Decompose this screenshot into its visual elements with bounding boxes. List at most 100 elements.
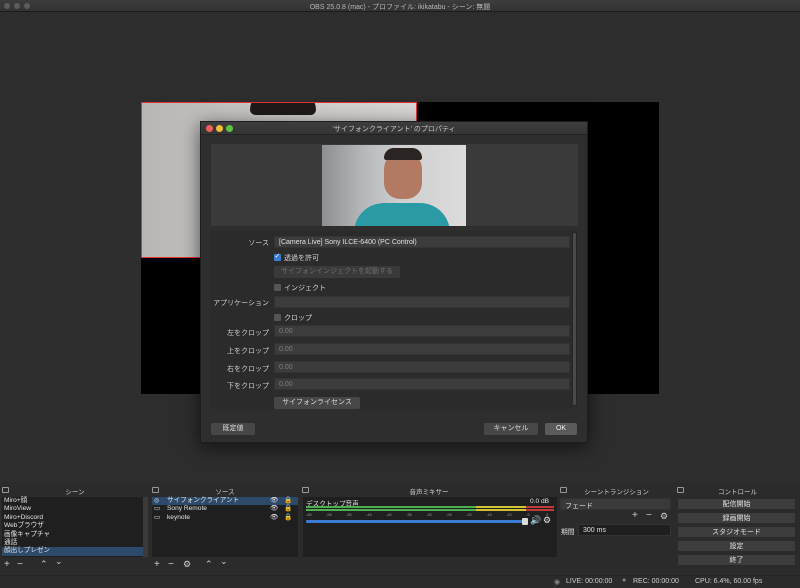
visibility-eye-icon[interactable]: 👁: [270, 514, 278, 522]
mixer-scale-tick: -25: [446, 512, 452, 517]
ok-button[interactable]: OK: [545, 423, 577, 435]
window-capture-icon: ▭: [154, 505, 161, 513]
camera-subject-head: [250, 103, 316, 115]
application-label: アプリケーション: [213, 300, 269, 307]
add-transition-icon[interactable]: +: [632, 510, 638, 522]
dialog-title: 'サイフォンクライアント' のプロパティ: [332, 126, 456, 133]
scene-item[interactable]: Miro+顔: [2, 497, 143, 505]
scene-item[interactable]: Miro+Discord: [2, 514, 143, 522]
undock-icon[interactable]: [152, 487, 159, 493]
crop-left-input[interactable]: 0.00: [274, 325, 570, 337]
remove-transition-icon[interactable]: −: [646, 510, 652, 522]
live-time: LIVE: 00:00:00: [566, 578, 613, 585]
live-icon: ◉: [554, 579, 561, 586]
crop-top-input[interactable]: 0.00: [274, 343, 570, 355]
scenes-scrollbar[interactable]: [143, 497, 148, 557]
mixer-header: 音声ミキサー: [300, 486, 558, 496]
transition-gear-icon[interactable]: ⚙: [660, 511, 668, 523]
move-source-down-icon[interactable]: ⌄: [220, 556, 228, 568]
exit-button[interactable]: 終了: [677, 554, 796, 566]
scenes-list: Miro+顔 MiroView Miro+Discord Webブラウザ 画像キ…: [2, 497, 143, 557]
mixer-gear-icon[interactable]: ⚙: [543, 515, 551, 526]
source-item[interactable]: ▭ keynote 👁 🔒: [152, 514, 298, 522]
crop-bottom-input[interactable]: 0.00: [274, 378, 570, 390]
volume-slider-handle[interactable]: [522, 518, 528, 525]
undock-icon[interactable]: [560, 487, 567, 493]
mixer-scale-tick: -15: [486, 512, 492, 517]
source-select[interactable]: [Camera Live] Sony ILCE-6400 (PC Control…: [274, 236, 570, 248]
move-scene-up-icon[interactable]: ⌃: [40, 559, 48, 571]
move-source-up-icon[interactable]: ⌃: [205, 559, 213, 571]
defaults-button[interactable]: 既定値: [211, 423, 255, 435]
crop-bottom-label: 下をクロップ: [227, 383, 269, 390]
window-title: OBS 25.0.8 (mac) - プロファイル: ikikatabu - シ…: [309, 4, 491, 11]
visibility-eye-icon[interactable]: 👁: [270, 505, 278, 513]
mixer-scale-tick: -35: [406, 512, 412, 517]
meter-green: [306, 506, 476, 508]
mixer-scale-tick: -10: [506, 512, 512, 517]
remove-scene-icon[interactable]: −: [17, 559, 23, 571]
start-recording-button[interactable]: 録画開始: [677, 512, 796, 524]
scene-item[interactable]: 画像キャプチャ: [2, 531, 143, 539]
move-scene-down-icon[interactable]: ⌄: [55, 556, 63, 568]
undock-icon[interactable]: [302, 487, 309, 493]
window-capture-icon: ▭: [154, 513, 161, 521]
allow-transparency-checkbox[interactable]: [274, 252, 281, 261]
sources-dock: ソース ◎ サイフォンクライアント 👁 🔒 ▭ Sony Remote 👁 🔒 …: [150, 482, 300, 575]
launch-inject-button[interactable]: サイフォンインジェクトを起動する: [274, 266, 400, 278]
source-item[interactable]: ▭ Sony Remote 👁 🔒: [152, 505, 298, 513]
application-select[interactable]: [274, 296, 570, 308]
crop-top-label: 上をクロップ: [227, 348, 269, 355]
lock-icon[interactable]: 🔒: [284, 514, 292, 522]
source-label: ソース: [248, 240, 269, 247]
speaker-icon[interactable]: 🔊: [530, 515, 541, 526]
start-streaming-button[interactable]: 配信開始: [677, 498, 796, 510]
crop-right-input[interactable]: 0.00: [274, 361, 570, 373]
scene-item[interactable]: 顔出しプレゼン: [2, 547, 143, 556]
volume-slider[interactable]: [306, 520, 526, 523]
scene-item[interactable]: MiroView: [2, 505, 143, 513]
syphon-license-button[interactable]: サイフォンライセンス: [274, 397, 360, 409]
allow-transparency-label: 透過を許可: [284, 255, 319, 262]
cpu-status: CPU: 6.4%, 60.00 fps: [695, 578, 763, 585]
mixer-scale-tick: -20: [466, 512, 472, 517]
scenes-dock: シーン Miro+顔 MiroView Miro+Discord Webブラウザ…: [0, 482, 150, 575]
settings-button[interactable]: 設定: [677, 540, 796, 552]
remove-source-icon[interactable]: −: [168, 559, 174, 571]
scene-item[interactable]: Webブラウザ: [2, 522, 143, 530]
crop-right-label: 右をクロップ: [227, 366, 269, 373]
mixer-scale-tick: -55: [326, 512, 332, 517]
rec-time: REC: 00:00:00: [633, 578, 679, 585]
mixer-scale-tick: -45: [366, 512, 372, 517]
mixer-scale: -60 -55 -50 -45 -40 -35 -30 -25 -20 -15 -10 -5 0: [306, 512, 556, 518]
undock-icon[interactable]: [677, 487, 684, 493]
duration-label: 期間: [561, 529, 575, 536]
add-source-icon[interactable]: +: [154, 559, 160, 571]
meter-yellow: [476, 506, 526, 508]
undock-icon[interactable]: [2, 487, 9, 493]
properties-dialog: 'サイフォンクライアント' のプロパティ ソース [Camera Live] S…: [200, 121, 588, 443]
status-bar: ◉ LIVE: 00:00:00 ● REC: 00:00:00 CPU: 6.…: [0, 575, 800, 588]
mixer-scale-tick: -60: [306, 512, 312, 517]
siphon-icon: ◎: [154, 498, 160, 504]
crop-checkbox[interactable]: [274, 314, 281, 321]
inject-checkbox[interactable]: [274, 284, 281, 291]
add-scene-icon[interactable]: +: [4, 559, 10, 571]
source-settings-gear-icon[interactable]: ⚙: [183, 559, 191, 571]
bottom-docks: シーン Miro+顔 MiroView Miro+Discord Webブラウザ…: [0, 482, 800, 575]
transitions-header: シーントランジション: [558, 486, 675, 496]
mixer-scale-tick: -40: [386, 512, 392, 517]
mixer-level: 0.0 dB: [530, 498, 550, 505]
dialog-titlebar: 'サイフォンクライアント' のプロパティ: [201, 122, 587, 135]
meter-red: [526, 506, 554, 508]
cancel-button[interactable]: キャンセル: [484, 423, 538, 435]
properties-scroll-thumb[interactable]: [573, 233, 576, 405]
sources-header: ソース: [150, 486, 300, 496]
rec-icon: ●: [622, 577, 627, 584]
studio-mode-button[interactable]: スタジオモード: [677, 526, 796, 538]
title-bar: OBS 25.0.8 (mac) - プロファイル: ikikatabu - シ…: [0, 0, 800, 12]
mixer-scale-tick: -30: [426, 512, 432, 517]
lock-icon[interactable]: 🔒: [284, 505, 292, 513]
transition-select[interactable]: フェード: [560, 498, 671, 510]
duration-input[interactable]: 300 ms: [578, 524, 671, 536]
